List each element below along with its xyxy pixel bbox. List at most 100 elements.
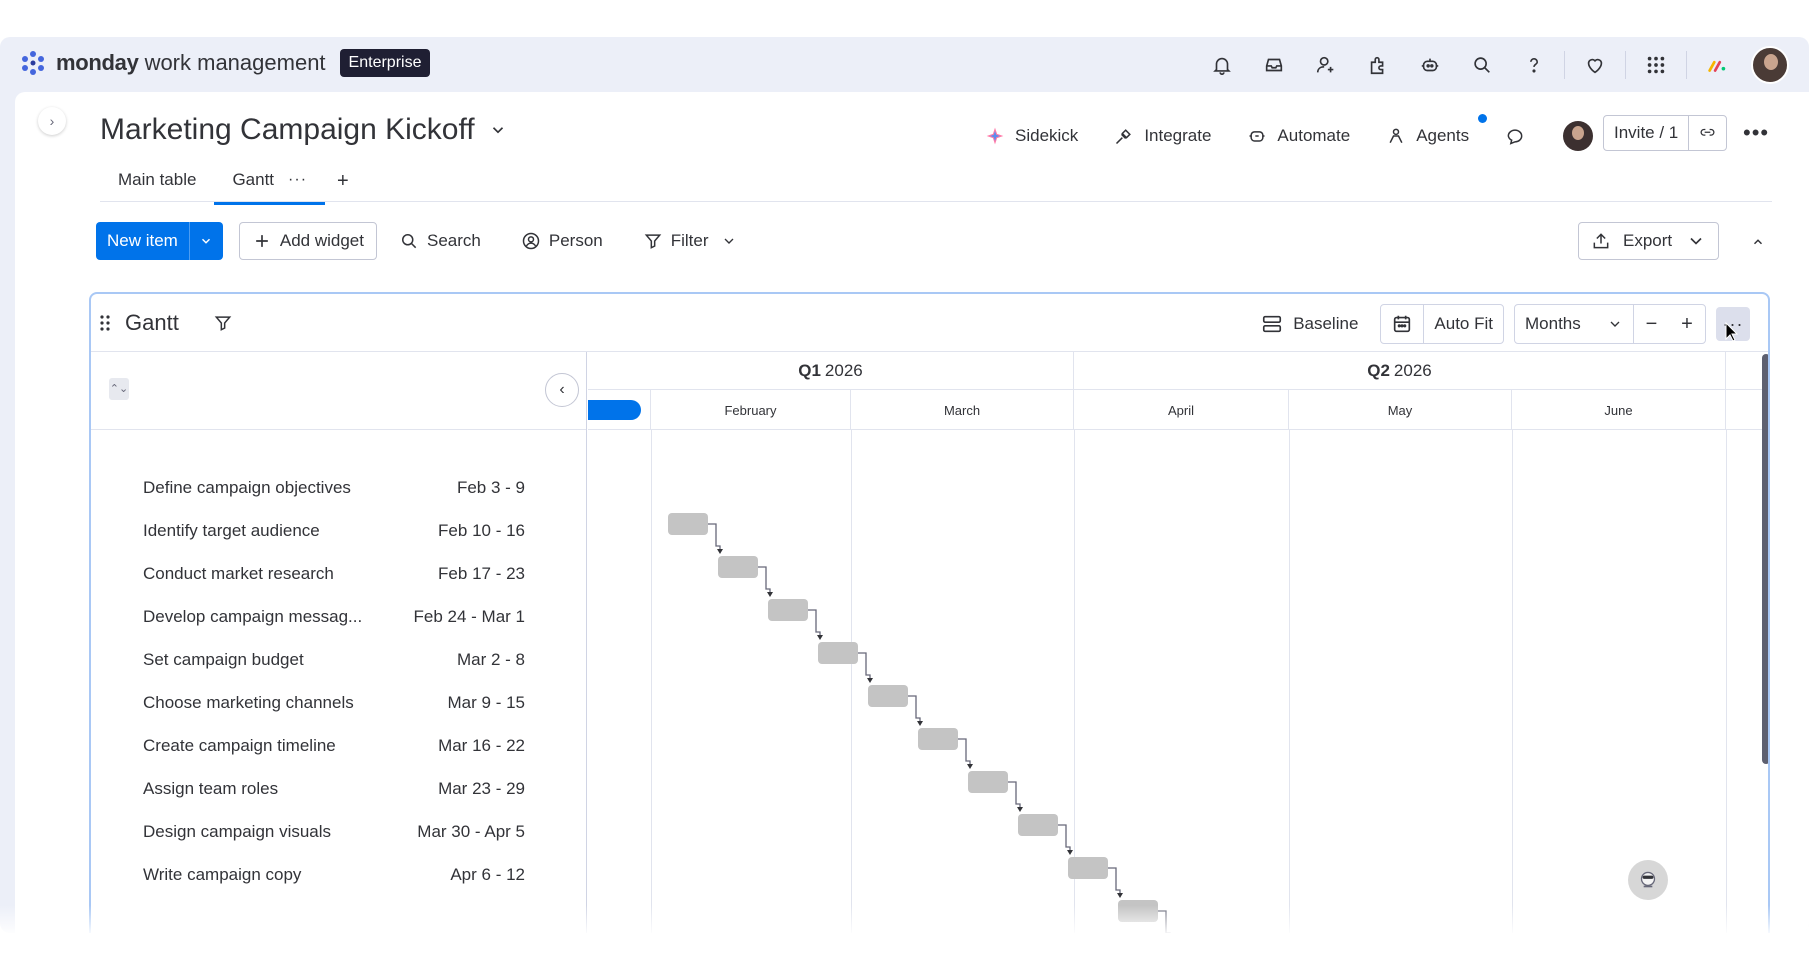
board-header-actions: Sidekick Integrate Automate Agents	[985, 114, 1594, 151]
dependency-line	[1108, 867, 1121, 896]
tab-options-icon[interactable]: ···	[288, 171, 307, 189]
brand-name: monday	[56, 50, 139, 75]
dependency-arrowhead	[1067, 850, 1073, 855]
bell-icon[interactable]	[1196, 45, 1248, 85]
gantt-bar[interactable]	[1068, 857, 1108, 879]
task-row[interactable]: Write campaign copy Apr 6 - 12	[91, 853, 587, 896]
person-filter-button[interactable]: Person	[509, 222, 615, 260]
gantt-timeline: Q1 2026 Q2 2026 February March April May J…	[588, 352, 1768, 933]
task-row[interactable]: Assign team roles Mar 23 - 29	[91, 767, 587, 810]
task-row[interactable]: Define campaign objectives Feb 3 - 9	[91, 466, 587, 509]
apps-grid-icon[interactable]	[1630, 45, 1682, 85]
collapse-list-icon[interactable]: ‹	[545, 373, 579, 407]
add-view-button[interactable]: +	[329, 170, 357, 205]
agents-button[interactable]: Agents	[1386, 114, 1488, 146]
inbox-icon[interactable]	[1248, 45, 1300, 85]
collapse-header-icon[interactable]	[1744, 228, 1772, 256]
task-row[interactable]: Conduct market research Feb 17 - 23	[91, 552, 587, 595]
tab-gantt[interactable]: Gantt ···	[214, 170, 326, 205]
gantt-controls: Baseline Auto Fit Months − + ···	[1261, 304, 1750, 344]
sidekick-icon	[986, 127, 1004, 145]
dependency-line	[758, 566, 771, 595]
gantt-bar[interactable]	[918, 728, 958, 750]
dependency-arrowhead	[717, 549, 723, 554]
gantt-header: Gantt Baseline Auto Fit Months − + ···	[91, 294, 1768, 352]
gantt-bar[interactable]	[968, 771, 1008, 793]
gantt-task-list: ⌃⌄ ‹ Define campaign objectives Feb 3 - 9…	[91, 352, 587, 933]
gantt-title: Gantt	[125, 310, 179, 335]
automate-button[interactable]: Automate	[1247, 126, 1350, 146]
more-options-icon[interactable]: •••	[1743, 120, 1769, 146]
task-dates: Feb 17 - 23	[438, 563, 525, 583]
integrate-button[interactable]: Integrate	[1114, 126, 1211, 146]
scale-select[interactable]: Months	[1515, 305, 1633, 343]
task-dates: Feb 10 - 16	[438, 520, 525, 540]
task-dates: Mar 23 - 29	[438, 778, 525, 798]
task-row[interactable]: Identify target audience Feb 10 - 16	[91, 509, 587, 552]
task-row[interactable]: Set campaign budget Mar 2 - 8	[91, 638, 587, 681]
task-row[interactable]: Choose marketing channels Mar 9 - 15	[91, 681, 587, 724]
dependency-line	[1058, 824, 1071, 853]
apps-icon[interactable]	[1352, 45, 1404, 85]
task-dates: Feb 3 - 9	[456, 477, 525, 497]
monday-products-icon[interactable]	[1691, 45, 1743, 85]
new-item-dropdown-icon[interactable]	[188, 222, 223, 260]
task-row[interactable]: Create campaign timeline Mar 16 - 22	[91, 724, 587, 767]
dependency-line	[908, 695, 921, 724]
zoom-out-button[interactable]: −	[1633, 305, 1669, 343]
board-owner-avatar[interactable]	[1563, 121, 1594, 151]
expand-sidebar-icon[interactable]: ›	[38, 107, 66, 135]
chevron-down-icon[interactable]	[721, 233, 737, 249]
heart-icon[interactable]	[1569, 45, 1621, 85]
assistant-avatar-button[interactable]	[1628, 860, 1668, 900]
gantt-bar[interactable]	[818, 642, 858, 664]
board-title-container[interactable]: Marketing Campaign Kickoff	[100, 113, 507, 147]
integrate-label: Integrate	[1144, 126, 1212, 145]
new-item-button[interactable]: New item	[96, 222, 223, 260]
view-tabs: Main table Gantt ··· +	[100, 170, 357, 205]
vertical-scrollbar[interactable]	[1762, 354, 1768, 764]
filter-button[interactable]: Filter	[631, 222, 749, 260]
invite-members-icon[interactable]	[1300, 45, 1352, 85]
automate-label: Automate	[1277, 126, 1351, 145]
chat-bubble-icon	[1507, 129, 1523, 145]
invite-button[interactable]: Invite / 1	[1604, 116, 1688, 150]
agents-label: Agents	[1416, 126, 1470, 145]
task-dates: Apr 6 - 12	[450, 864, 525, 884]
gantt-bar[interactable]	[668, 513, 708, 535]
updates-button[interactable]	[1505, 126, 1535, 146]
export-button[interactable]: Export	[1578, 222, 1720, 260]
zoom-in-button[interactable]: +	[1669, 305, 1705, 343]
gantt-bar[interactable]	[718, 556, 758, 578]
divider	[1564, 51, 1565, 79]
chevron-down-icon[interactable]	[489, 121, 507, 139]
filter-icon[interactable]	[213, 313, 233, 333]
copy-link-icon[interactable]	[1688, 116, 1726, 150]
gantt-bar[interactable]	[768, 599, 808, 621]
search-icon[interactable]	[1456, 45, 1508, 85]
task-row[interactable]: Develop campaign messag... Feb 24 - Mar 1	[91, 595, 587, 638]
drag-handle-icon[interactable]	[99, 314, 111, 332]
tab-main-table[interactable]: Main table	[100, 170, 214, 205]
dependency-line	[958, 738, 971, 767]
calendar-icon[interactable]	[1381, 305, 1423, 343]
top-icon-bar	[1196, 45, 1789, 85]
help-icon[interactable]	[1508, 45, 1560, 85]
user-avatar[interactable]	[1751, 46, 1789, 84]
baseline-label: Baseline	[1293, 314, 1359, 333]
task-row[interactable]: Design campaign visuals Mar 30 - Apr 5	[91, 810, 587, 853]
ai-assistant-icon[interactable]	[1404, 45, 1456, 85]
gantt-bar[interactable]	[868, 685, 908, 707]
agents-icon	[1389, 128, 1403, 144]
search-button[interactable]: Search	[387, 222, 493, 260]
baseline-button[interactable]: Baseline	[1261, 313, 1358, 335]
monday-logo[interactable]: monday work management Enterprise	[20, 49, 431, 77]
dependency-arrowhead	[1017, 807, 1023, 812]
sidekick-button[interactable]: Sidekick	[985, 126, 1078, 146]
auto-fit-button[interactable]: Auto Fit	[1423, 305, 1503, 343]
add-widget-button[interactable]: Add widget	[238, 222, 377, 260]
dependency-arrowhead	[817, 635, 823, 640]
gantt-bar[interactable]	[1018, 814, 1058, 836]
expand-all-icon[interactable]: ⌃⌄	[109, 378, 129, 400]
baseline-icon	[1263, 315, 1282, 333]
